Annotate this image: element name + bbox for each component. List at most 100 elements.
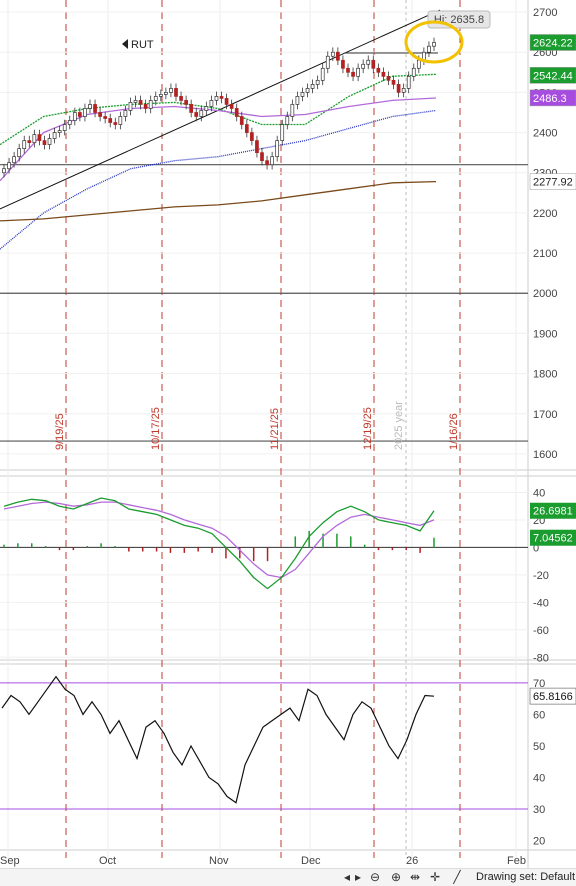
- osc-tick-label: -40: [533, 597, 549, 609]
- scroll-left-icon[interactable]: ◂: [342, 870, 352, 885]
- rsi-panel: [0, 675, 528, 810]
- candle-body: [169, 88, 173, 93]
- candle-body: [93, 104, 97, 113]
- symbol-arrow-icon: [122, 39, 128, 49]
- candle-body: [406, 75, 411, 89]
- price-tag-value: 2486.3: [533, 93, 567, 105]
- rsi-tick-label: 30: [533, 804, 545, 816]
- drawing-set-label[interactable]: Drawing set: Default: [476, 870, 575, 885]
- candle-body: [305, 88, 310, 93]
- candle-body: [22, 140, 27, 149]
- osc-tag: 7.04562: [530, 529, 576, 546]
- symbol-label[interactable]: RUT: [131, 39, 154, 51]
- vertical-date-label: 11/21/25: [269, 408, 281, 450]
- candle-body: [275, 140, 280, 158]
- price-tag-value: 2542.44: [533, 70, 573, 82]
- candle-body: [330, 51, 335, 57]
- candle-body: [153, 96, 158, 101]
- candle-body: [239, 116, 244, 125]
- x-axis-label: Feb: [507, 855, 526, 867]
- osc-tick-label: 40: [533, 487, 545, 499]
- candle-body: [300, 92, 305, 97]
- candle-body: [67, 120, 72, 125]
- candle-body: [280, 124, 285, 141]
- crosshair-icon[interactable]: ✛: [427, 870, 443, 885]
- osc-tag-value: 7.04562: [533, 533, 573, 545]
- price-tick-label: 2100: [533, 248, 557, 260]
- candle-body: [325, 55, 330, 69]
- panel-frames: [0, 0, 576, 868]
- scroll-right-icon[interactable]: ▸: [353, 870, 363, 885]
- moving-average-mid: [0, 97, 437, 182]
- candle-body: [411, 67, 416, 77]
- bottom-toolbar: ◂ ▸ ⊖ ⊕ ⇹ ✛ ╱ Drawing set: Default: [0, 868, 576, 886]
- candle-body: [310, 84, 315, 89]
- candle-body: [361, 63, 366, 69]
- vertical-date-label: 12/19/25: [362, 407, 374, 450]
- candle-body: [12, 156, 16, 164]
- candle-body: [113, 122, 118, 125]
- candle-body: [189, 104, 194, 113]
- zoom-out-icon[interactable]: ⊖: [367, 870, 383, 885]
- candle-body: [396, 84, 401, 93]
- candle-body: [229, 104, 234, 109]
- candle-body: [62, 124, 67, 131]
- candle-body: [37, 134, 42, 141]
- candle-body: [164, 92, 168, 95]
- candle-body: [290, 104, 295, 117]
- candle-body: [401, 88, 406, 93]
- candle-body: [234, 108, 239, 117]
- chart-canvas[interactable]: 1600170018001900200021002200230024002500…: [0, 0, 576, 868]
- candle-body: [250, 132, 254, 141]
- price-tag: 2486.3: [529, 89, 576, 107]
- moving-average-short: [0, 73, 437, 146]
- osc-tick-label: -80: [533, 652, 549, 664]
- candle-body: [416, 59, 421, 69]
- candle-body: [103, 116, 108, 119]
- candle-body: [57, 130, 62, 133]
- rsi-tick-label: 40: [533, 772, 545, 784]
- draw-line-icon[interactable]: ╱: [449, 870, 465, 885]
- vertical-date-label: 10/17/25: [150, 407, 162, 450]
- zoom-in-icon[interactable]: ⊕: [388, 870, 404, 885]
- candle-body: [376, 67, 381, 73]
- x-axis-label: Sep: [0, 855, 20, 867]
- candle-body: [315, 79, 320, 85]
- candle-body: [17, 148, 22, 158]
- candle-body: [356, 67, 360, 77]
- vertical-date-label: 9/19/25: [54, 413, 66, 450]
- candle-body: [295, 96, 300, 105]
- candle-body: [270, 156, 274, 166]
- candle-body: [351, 71, 355, 77]
- candle-body: [7, 162, 11, 170]
- candle-body: [346, 67, 350, 73]
- osc-tag: 26.6981: [530, 502, 576, 519]
- price-tick-label: 2000: [533, 288, 557, 300]
- axis-labels: 1600170018001900200021002200230024002500…: [0, 7, 576, 867]
- candle-body: [78, 112, 82, 117]
- price-tag: 2277.92: [529, 173, 576, 190]
- price-tag: 2542.44: [529, 67, 576, 84]
- vertical-date-label: 1/16/26: [448, 413, 460, 450]
- candle-body: [341, 59, 345, 69]
- candle-body: [391, 79, 396, 85]
- candle-body: [32, 134, 37, 143]
- candle-body: [255, 140, 259, 153]
- candle-body: [108, 118, 113, 123]
- moving-average-long-brown: [0, 180, 437, 222]
- candle-body: [158, 94, 163, 97]
- pan-arrows-icon[interactable]: ⇹: [407, 870, 423, 885]
- candle-body: [285, 116, 290, 125]
- rsi-tick-label: 60: [533, 709, 545, 721]
- candle-body: [2, 168, 6, 174]
- rsi-line: [1, 675, 435, 804]
- candle-body: [179, 96, 183, 101]
- candle-body: [133, 100, 138, 103]
- osc-tag-value: 26.6981: [533, 506, 573, 518]
- price-tick-label: 2400: [533, 128, 557, 140]
- rsi-tag: 65.8166: [529, 687, 576, 705]
- hi-label-text: Hi: 2635.8: [434, 14, 484, 26]
- candle-body: [209, 100, 214, 107]
- candle-body: [27, 140, 32, 143]
- osc-tick-label: -60: [533, 625, 549, 637]
